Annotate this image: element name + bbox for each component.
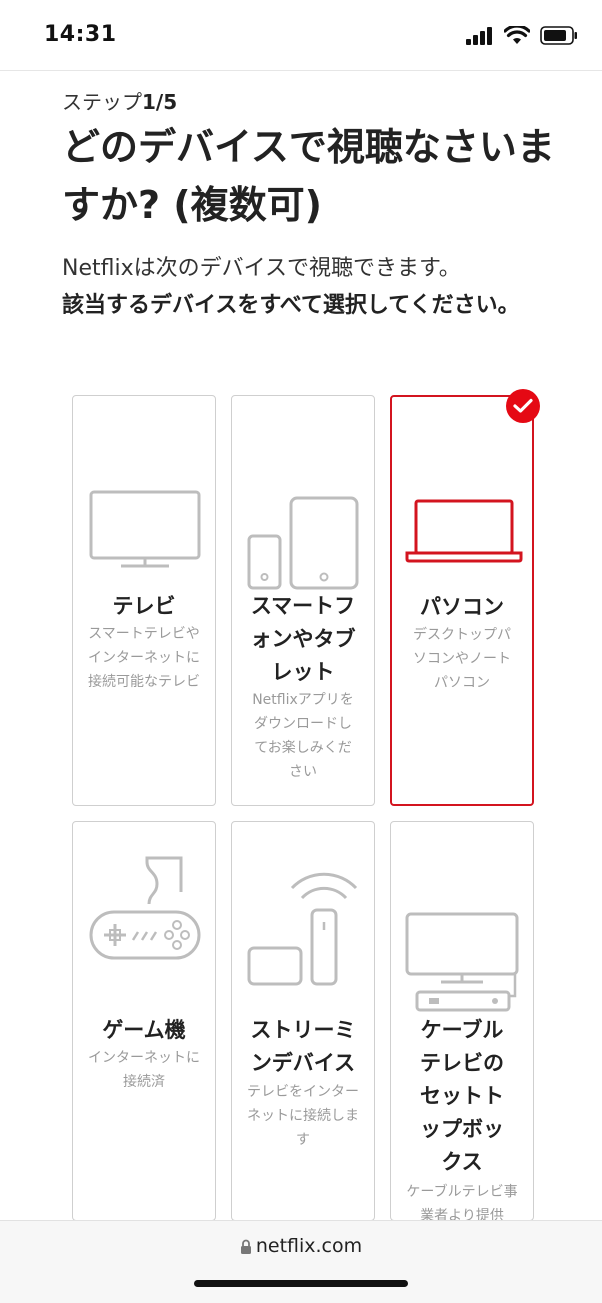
- intro-text: Netflixは次のデバイスで視聴できます。 該当するデバイスをすべて選択してく…: [62, 250, 542, 324]
- device-desc: Netflixアプリをダウンロードしてお楽しみください: [252, 692, 354, 780]
- streaming-device-icon: [232, 822, 374, 1022]
- device-desc: ケーブルテレビ事業者より提供: [406, 1184, 518, 1221]
- step-number: 1/5: [142, 90, 178, 114]
- set-top-box-icon: [391, 822, 533, 1022]
- device-card-game[interactable]: ゲーム機 インターネットに接続済: [72, 821, 216, 1221]
- device-card-settop[interactable]: ケーブルテレビのセットトップボックス ケーブルテレビ事業者より提供: [390, 821, 534, 1221]
- wifi-icon: [504, 26, 530, 44]
- device-card-tv[interactable]: テレビ スマートテレビやインターネットに接続可能なテレビ: [72, 395, 216, 806]
- device-card-mobile[interactable]: スマートフォンやタブレット Netflixアプリをダウンロードしてお楽しみくださ…: [231, 395, 375, 806]
- intro-instruction: 該当するデバイスをすべて選択してください。: [62, 293, 520, 318]
- device-title: ケーブルテレビのセットトップボックス: [420, 1018, 504, 1174]
- device-title: パソコン: [420, 595, 504, 619]
- device-desc: インターネットに接続済: [88, 1050, 200, 1090]
- status-time: 14:31: [44, 22, 117, 47]
- laptop-icon: [392, 397, 532, 597]
- status-icons: [466, 26, 578, 45]
- device-title: テレビ: [112, 594, 176, 618]
- tv-icon: [73, 396, 215, 596]
- device-desc: スマートテレビやインターネットに接続可能なテレビ: [88, 626, 200, 690]
- signal-icon: [466, 26, 492, 45]
- selected-check-icon: [506, 389, 540, 423]
- device-title: ゲーム機: [102, 1018, 186, 1042]
- lock-icon: [240, 1239, 251, 1254]
- phone-tablet-icon: [232, 396, 374, 596]
- step-prefix: ステップ: [62, 90, 142, 114]
- device-desc: テレビをインターネットに接続します: [247, 1084, 359, 1148]
- game-controller-icon: [73, 822, 215, 1022]
- browser-url-bar[interactable]: netflix.com: [0, 1220, 602, 1303]
- device-card-streaming[interactable]: ストリーミンデバイス テレビをインターネットに接続します: [231, 821, 375, 1221]
- device-desc: デスクトップパソコンやノートパソコン: [413, 627, 511, 691]
- device-title: スマートフォンやタブレット: [250, 594, 356, 684]
- status-divider: [0, 70, 602, 71]
- status-bar: 14:31: [0, 0, 602, 70]
- home-indicator[interactable]: [194, 1280, 408, 1287]
- page-title: どのデバイスで視聴なさいますか? (複数可): [62, 125, 555, 227]
- device-card-pc[interactable]: パソコン デスクトップパソコンやノートパソコン: [390, 389, 540, 806]
- step-indicator: ステップ1/5: [62, 86, 177, 115]
- url-display[interactable]: netflix.com: [0, 1235, 602, 1257]
- url-text: netflix.com: [255, 1235, 363, 1257]
- battery-icon: [540, 26, 577, 45]
- device-title: ストリーミンデバイス: [250, 1018, 356, 1075]
- intro-line: Netflixは次のデバイスで視聴できます。: [62, 256, 461, 281]
